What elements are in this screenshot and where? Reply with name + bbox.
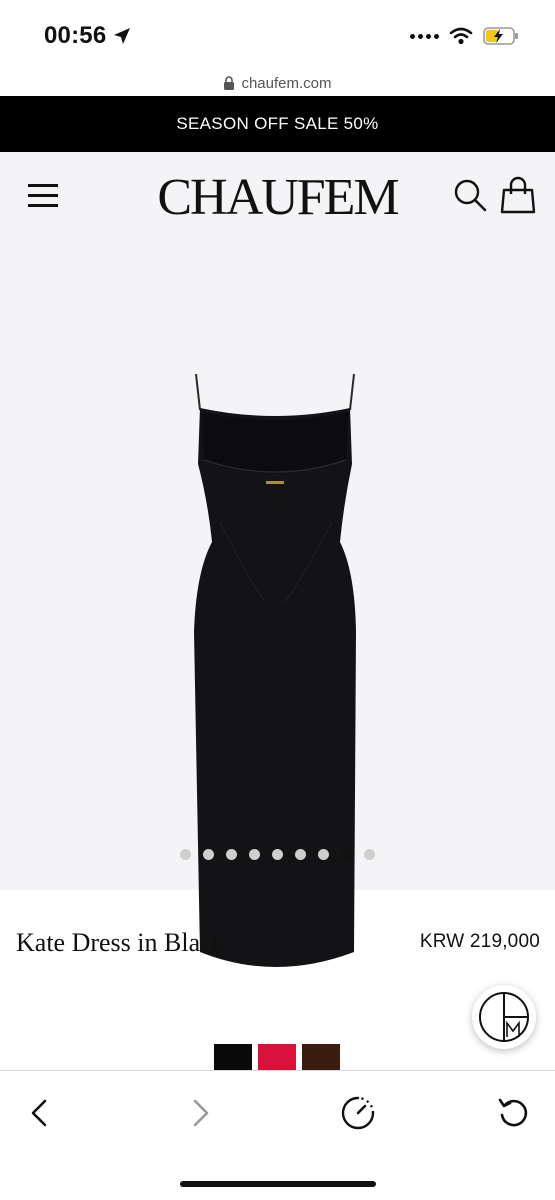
promo-banner[interactable]: SEASON OFF SALE 50%: [0, 96, 555, 152]
product-gallery[interactable]: [0, 152, 555, 967]
carousel-dot[interactable]: [364, 849, 375, 860]
shopping-bag-icon[interactable]: [500, 176, 536, 214]
wifi-icon: [449, 27, 473, 45]
status-bar: 00:56: [0, 0, 555, 70]
reload-icon[interactable]: [492, 1091, 536, 1135]
search-icon[interactable]: [453, 178, 487, 212]
battery-charging-icon: [483, 27, 518, 45]
lock-icon: [224, 75, 235, 90]
brand-monogram-icon: [479, 992, 529, 1042]
url-text: chaufem.com: [241, 74, 332, 92]
status-time: 00:56: [44, 22, 132, 50]
location-arrow-icon: [114, 28, 131, 44]
forward-icon[interactable]: [178, 1091, 222, 1135]
carousel-dot[interactable]: [295, 849, 306, 860]
carousel-dot-active[interactable]: [341, 849, 352, 860]
back-icon[interactable]: [18, 1091, 62, 1135]
carousel-dot[interactable]: [180, 849, 191, 860]
product-price: KRW 219,000: [419, 931, 540, 952]
carousel-dot[interactable]: [203, 849, 214, 860]
carousel-indicator: [0, 849, 555, 860]
carousel-dot[interactable]: [249, 849, 260, 860]
home-indicator[interactable]: [180, 1181, 376, 1187]
cellular-signal-icon: [410, 33, 439, 39]
carousel-dot[interactable]: [226, 849, 237, 860]
hamburger-menu-icon[interactable]: [28, 184, 58, 208]
browser-toolbar: [0, 1070, 555, 1200]
promo-text: SEASON OFF SALE 50%: [176, 114, 379, 133]
product-name: Kate Dress in Black: [16, 928, 225, 957]
clock-text: 00:56: [44, 22, 107, 49]
site-header: CHAUFEM: [0, 152, 555, 242]
carousel-dot[interactable]: [272, 849, 283, 860]
status-indicators: [410, 26, 519, 46]
address-bar[interactable]: chaufem.com: [0, 70, 555, 96]
brand-badge-button[interactable]: [472, 985, 536, 1049]
carousel-dot[interactable]: [318, 849, 329, 860]
speed-dial-icon[interactable]: [336, 1091, 380, 1135]
product-image: [194, 373, 356, 967]
